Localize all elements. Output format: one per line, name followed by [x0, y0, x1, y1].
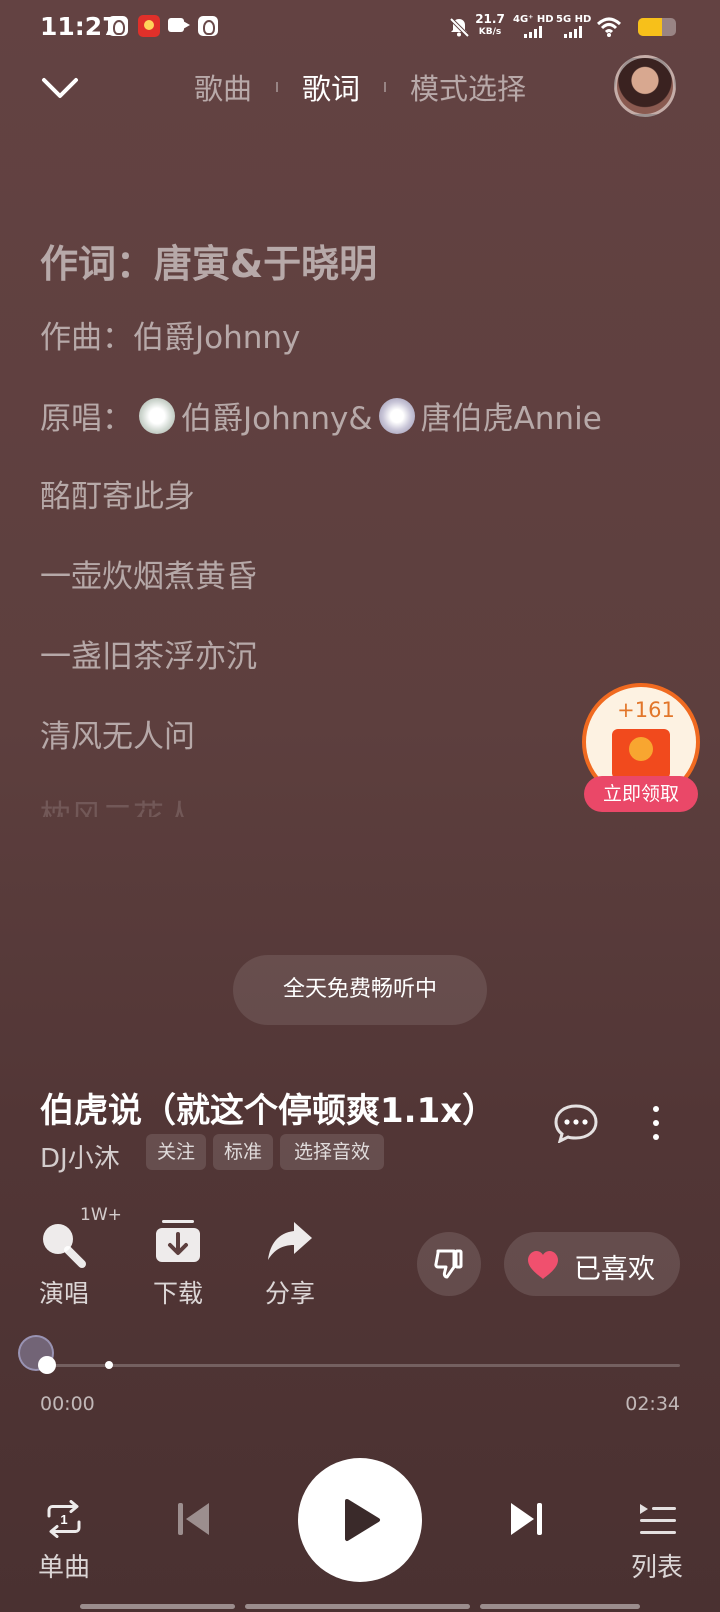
- share-label[interactable]: 分享: [250, 1274, 330, 1310]
- liked-label: 已喜欢: [574, 1254, 655, 1285]
- red-packet-icon: [612, 729, 670, 779]
- tab-bar: 歌曲 歌词 模式选择: [0, 62, 720, 112]
- lyric-line-composer: 作曲：伯爵Johnny: [40, 320, 301, 356]
- reward-amount: +161: [617, 698, 675, 722]
- free-listening-pill[interactable]: 全天免费畅听中: [233, 955, 487, 1025]
- follow-button[interactable]: 关注: [146, 1134, 206, 1170]
- repeat-one-icon[interactable]: 1: [43, 1500, 85, 1538]
- more-vertical-icon[interactable]: [650, 1103, 662, 1143]
- singer-name[interactable]: 伯爵Johnny&: [181, 401, 373, 437]
- tab-mode-select[interactable]: 模式选择: [406, 66, 530, 108]
- tab-divider: [275, 82, 278, 92]
- singers-prefix: 原唱：: [40, 401, 133, 437]
- lyrics-panel[interactable]: 作词：唐寅&于晓明 作曲：伯爵Johnny 原唱： 伯爵Johnny& 唐伯虎Ann…: [40, 240, 640, 857]
- artist-name[interactable]: DJ小沐: [40, 1138, 120, 1175]
- heart-icon: [528, 1251, 558, 1279]
- microphone-icon[interactable]: [38, 1220, 90, 1272]
- gesture-bar: [480, 1604, 640, 1609]
- wifi-icon: [596, 17, 622, 37]
- singer-avatar: [378, 398, 415, 434]
- lyric-line: 一盏旧茶浮亦沉: [40, 639, 257, 675]
- sound-effect-button[interactable]: 选择音效: [280, 1134, 384, 1170]
- singer-avatar: [139, 398, 175, 434]
- network-type-4g: 4G⁺ HD: [513, 14, 554, 25]
- signal-icon: [564, 26, 582, 38]
- singer-name[interactable]: 唐伯虎Annie: [421, 401, 602, 437]
- app-notification-icon: [138, 15, 160, 37]
- tiktok-icon: [198, 16, 218, 36]
- lyric-line-lyricist: 作词：唐寅&于晓明: [40, 242, 378, 286]
- battery-icon: [638, 18, 676, 36]
- tiktok-icon: [108, 16, 128, 36]
- svg-text:1: 1: [60, 1512, 67, 1527]
- sing-label[interactable]: 演唱: [24, 1274, 104, 1310]
- thumbs-down-icon: [434, 1249, 463, 1279]
- playlist-label[interactable]: 列表: [617, 1547, 697, 1584]
- gesture-bar: [80, 1604, 235, 1609]
- previous-track-icon[interactable]: [176, 1500, 212, 1538]
- next-track-icon[interactable]: [508, 1500, 544, 1538]
- lyric-line: 酩酊寄此身: [40, 479, 195, 515]
- lyric-line-singers: 原唱： 伯爵Johnny& 唐伯虎Annie: [40, 398, 640, 439]
- lyric-line: 一壶炊烟煮黄昏: [40, 559, 257, 595]
- tab-lyrics[interactable]: 歌词: [298, 66, 364, 108]
- progress-knob[interactable]: [38, 1356, 56, 1374]
- playlist-icon[interactable]: [638, 1502, 678, 1536]
- progress-marker: [105, 1361, 113, 1369]
- dislike-button[interactable]: [417, 1232, 481, 1296]
- progress-track[interactable]: [46, 1364, 680, 1367]
- video-camera-icon: [168, 18, 190, 32]
- tab-song[interactable]: 歌曲: [190, 66, 256, 108]
- lyric-line: 清风无人问: [40, 719, 195, 755]
- total-time: 02:34: [625, 1393, 680, 1415]
- network-type-5g: 5G HD: [556, 14, 592, 25]
- play-button[interactable]: [298, 1458, 422, 1582]
- claim-reward-button[interactable]: 立即领取: [584, 776, 698, 812]
- signal-icon: [524, 26, 542, 38]
- network-speed: 21.7 KB/s: [475, 12, 505, 38]
- play-mode-label[interactable]: 单曲: [24, 1547, 104, 1584]
- lyric-line-faded: 枕风二花人: [40, 799, 195, 817]
- song-title: 伯虎说（就这个停顿爽1.1x）: [40, 1091, 497, 1131]
- play-icon: [345, 1499, 380, 1541]
- gesture-bar: [245, 1604, 470, 1609]
- quality-button[interactable]: 标准: [213, 1134, 273, 1170]
- share-icon[interactable]: [264, 1218, 316, 1270]
- status-bar: 11:27 21.7 KB/s 4G⁺ HD 5G HD: [0, 0, 720, 56]
- user-avatar[interactable]: [614, 55, 676, 117]
- tab-divider: [384, 82, 386, 92]
- download-icon[interactable]: [152, 1218, 204, 1270]
- mute-bell-icon: [449, 17, 470, 38]
- comment-icon[interactable]: [553, 1103, 599, 1143]
- current-time: 00:00: [40, 1393, 95, 1415]
- download-label[interactable]: 下载: [138, 1274, 218, 1310]
